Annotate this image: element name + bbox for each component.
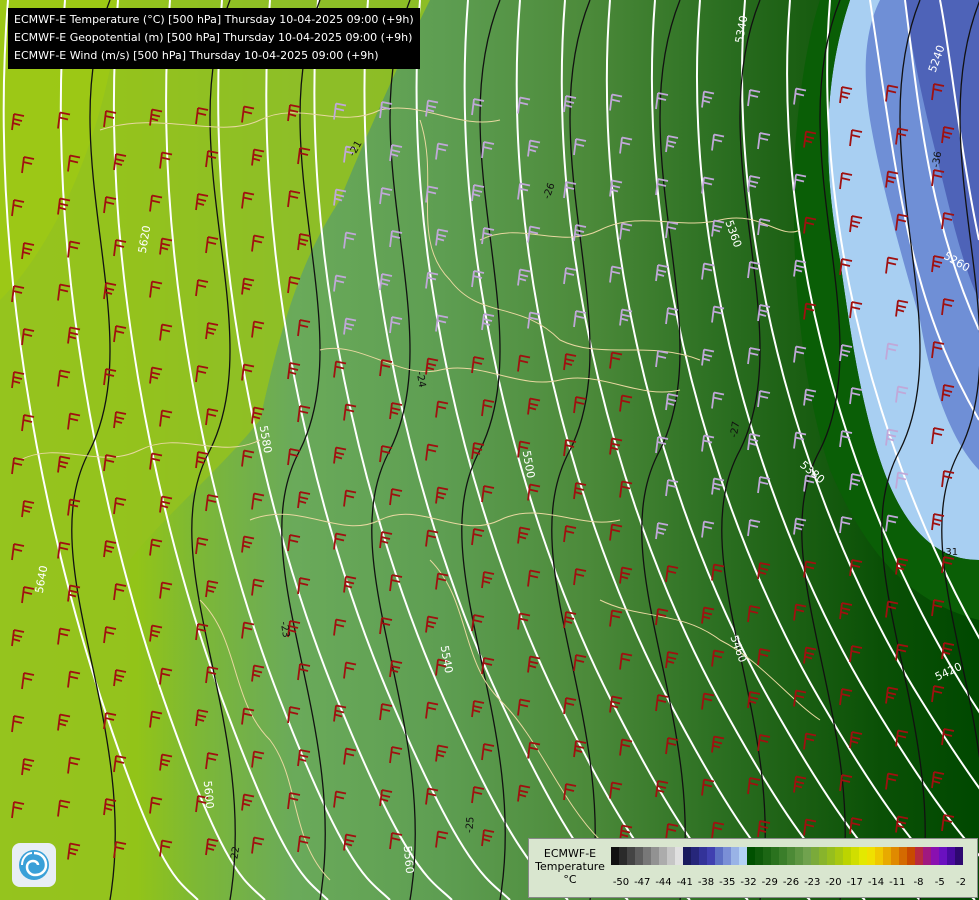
legend-tick-label: -23 [804,877,821,888]
legend-tick-label: -38 [697,877,715,888]
legend-swatch [651,847,659,865]
legend-tick-label: -11 [889,877,906,888]
legend-swatch [787,847,795,865]
legend-tick-label: -5 [934,877,945,888]
legend-swatch [931,847,939,865]
legend-swatch [691,847,699,865]
legend-tick-label: -41 [676,877,693,888]
legend-swatch [643,847,651,865]
legend-swatch [771,847,779,865]
legend-swatch [835,847,843,865]
legend-swatch [635,847,643,865]
legend-swatch [731,847,739,865]
legend-swatch [755,847,763,865]
legend-tick-label: -17 [846,877,863,888]
legend-swatch [915,847,923,865]
legend-tick-label: -8 [913,877,924,888]
legend-swatch [723,847,731,865]
legend-swatch [619,847,627,865]
legend-tick-label: -32 [740,877,757,888]
legend-swatch [867,847,875,865]
title-temperature: ECMWF-E Temperature (°C) [500 hPa] Thurs… [14,13,414,26]
temperature-label: -31 [942,547,958,558]
map-title-box: ECMWF-E Temperature (°C) [500 hPa] Thurs… [8,8,420,69]
geopotential-label: 5560 [401,845,416,874]
legend-tick-label: -26 [782,877,800,888]
legend-swatch [763,847,771,865]
legend-swatch [811,847,819,865]
legend-ticks: -50 -47 -44 -41 -38 -35 -32 -29 -26 -23 -20 -17 -14-… [611,877,971,891]
legend-swatch [779,847,787,865]
legend-swatch [899,847,907,865]
temperature-label: -25 [464,816,476,833]
legend-tick-label: -47 [634,877,651,888]
legend-tick-label: -44 [655,877,672,888]
legend-swatch [939,847,947,865]
legend-swatch [819,847,827,865]
title-geopotential: ECMWF-E Geopotential (m) [500 hPa] Thurs… [14,31,413,44]
legend-tick-label: -14 [867,877,885,888]
legend-swatch [827,847,835,865]
legend-swatch [955,847,963,865]
legend-tick-label: -29 [761,877,778,888]
legend-title: ECMWF-E Temperature °C [535,847,605,886]
legend-swatch [883,847,891,865]
legend-swatch [707,847,715,865]
temperature-legend: ECMWF-E Temperature °C -50 -47 -44 -41 -38 -3… [528,838,978,898]
title-wind: ECMWF-E Wind (m/s) [500 hPa] Thursday 10… [14,49,379,62]
legend-swatch [715,847,723,865]
legend-swatch [843,847,851,865]
legend-swatch [803,847,811,865]
legend-color-bar [611,847,963,865]
legend-swatch [683,847,691,865]
legend-swatch [907,847,915,865]
legend-tick-label: -20 [825,877,842,888]
legend-swatch [747,847,755,865]
legend-swatch [667,847,675,865]
legend-swatch [851,847,859,865]
legend-swatch [627,847,635,865]
legend-swatch [611,847,619,865]
legend-swatch [923,847,931,865]
ecmwf-swirl-icon [12,843,56,887]
legend-swatch [875,847,883,865]
legend-tick-label: -50 [612,877,630,888]
legend-swatch [859,847,867,865]
legend-swatch [795,847,803,865]
legend-swatch [675,847,683,865]
legend-swatch [739,847,747,865]
legend-tick-label: -2 [956,877,966,888]
legend-swatch [659,847,667,865]
legend-swatch [947,847,955,865]
legend-swatch [699,847,707,865]
legend-tick-label: -35 [719,877,736,888]
geopotential-label: 5600 [201,780,216,809]
weather-map: 5240526053405360538054205460550055405560… [0,0,979,900]
legend-swatch [891,847,899,865]
